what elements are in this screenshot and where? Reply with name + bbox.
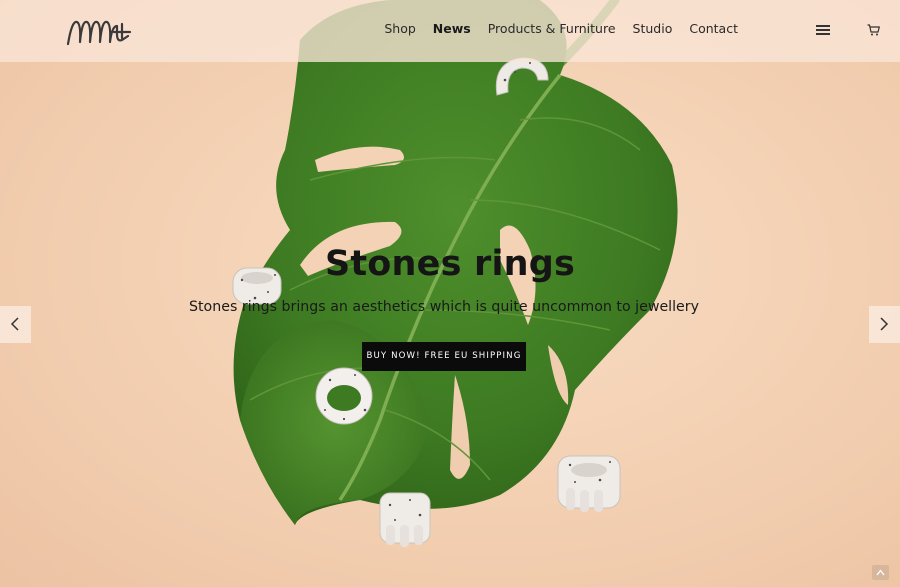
logo[interactable] [66, 16, 132, 48]
site-header: Shop News Products & Furniture Studio Co… [0, 0, 900, 62]
slide-subtitle: Stones rings brings an aesthetics which … [188, 299, 700, 315]
back-to-top-button[interactable] [872, 565, 889, 580]
nav-item-news[interactable]: News [433, 21, 471, 36]
slider-prev-button[interactable] [0, 306, 31, 343]
buy-now-button[interactable]: BUY NOW! FREE EU SHIPPING [362, 342, 526, 371]
nav-item-contact[interactable]: Contact [689, 21, 738, 36]
nav-item-shop[interactable]: Shop [384, 21, 415, 36]
nav-item-studio[interactable]: Studio [633, 21, 673, 36]
slide-title: Stones rings [324, 244, 576, 284]
hero-image [232, 0, 678, 547]
stone-ring-bottom [379, 492, 431, 547]
hamburger-icon[interactable] [816, 25, 830, 35]
chevron-right-icon [880, 317, 889, 331]
nav-item-products-furniture[interactable]: Products & Furniture [488, 21, 616, 36]
main-nav: Shop News Products & Furniture Studio Co… [384, 21, 738, 36]
chevron-left-icon [10, 317, 19, 331]
stone-ring-right [557, 455, 621, 512]
cart-icon[interactable] [867, 24, 880, 36]
arrow-up-icon [876, 569, 885, 576]
stone-ring-center [315, 367, 373, 425]
hero-slider [0, 0, 900, 587]
slider-next-button[interactable] [869, 306, 900, 343]
